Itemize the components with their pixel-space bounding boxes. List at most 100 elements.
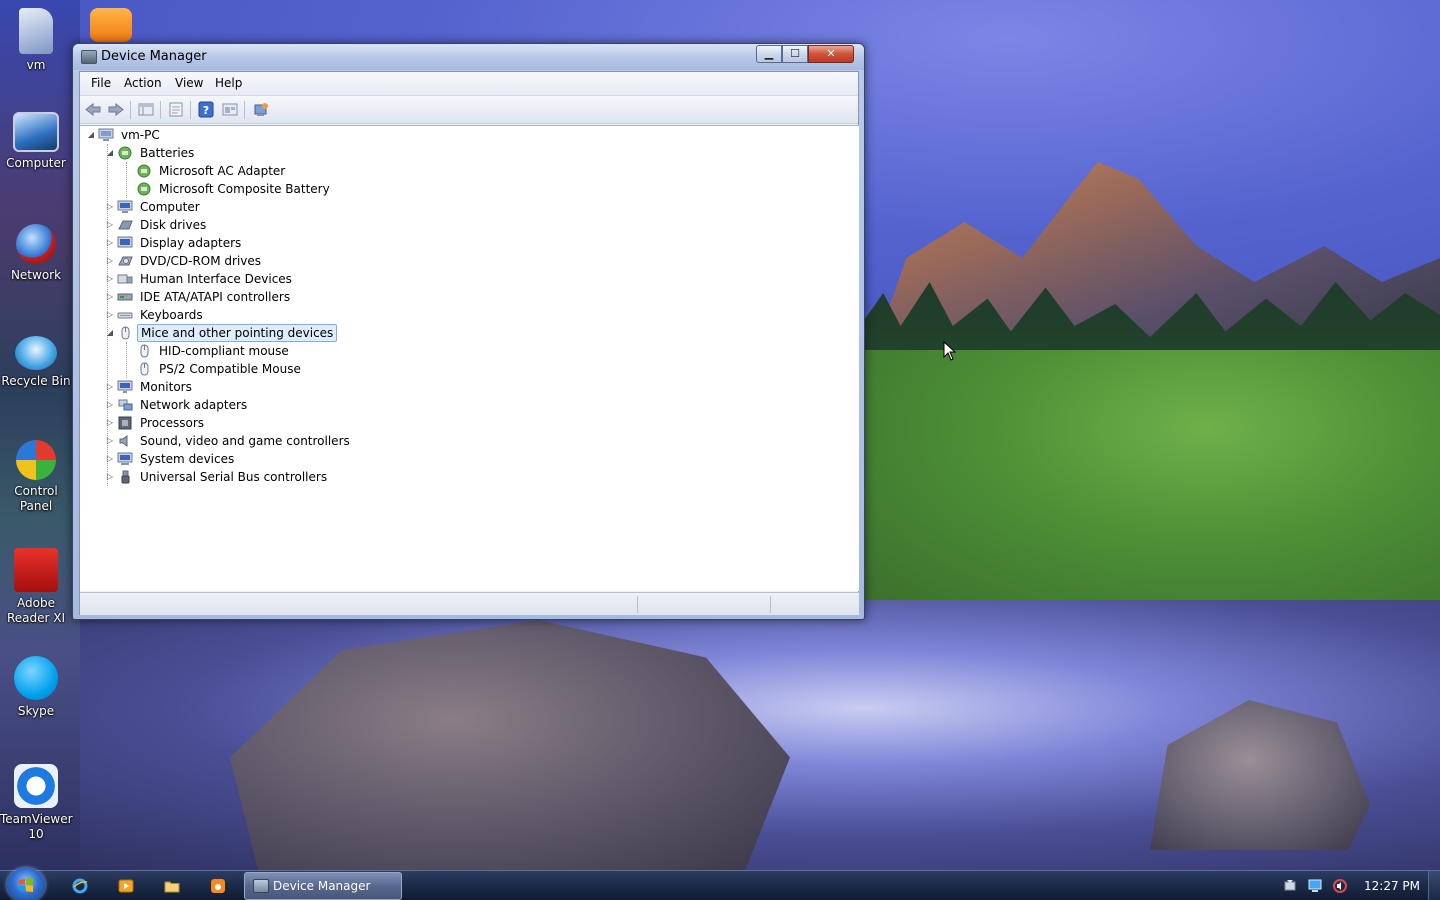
desktop-icon-computer[interactable]: Computer (0, 112, 72, 171)
toolbar-separator (130, 101, 131, 119)
taskbar-media-player[interactable] (108, 874, 144, 898)
expand-icon[interactable]: ▷ (105, 396, 115, 414)
taskbar-file-explorer[interactable] (154, 874, 190, 898)
taskbar-device-manager[interactable]: Device Manager (244, 872, 402, 900)
hid-icon (117, 274, 133, 284)
show-hide-tree-icon[interactable] (137, 101, 155, 118)
adobe-reader-icon (14, 548, 58, 592)
computer-icon (13, 112, 59, 152)
tree-category-label: Disk drives (140, 218, 207, 232)
processor-icon (118, 416, 132, 430)
update-driver-icon[interactable] (252, 101, 270, 118)
expand-icon[interactable]: ▷ (105, 252, 115, 270)
desktop-icon-label: Skype (17, 704, 55, 718)
expand-icon[interactable]: ▷ (105, 432, 115, 450)
expand-icon[interactable]: ▷ (105, 216, 115, 234)
menu-view[interactable]: View (173, 76, 205, 90)
tree-device-label: HID-compliant mouse (159, 344, 289, 358)
svg-text:?: ? (203, 104, 209, 117)
tree-category-label: Universal Serial Bus controllers (140, 470, 328, 484)
tree-device-label: Microsoft Composite Battery (159, 182, 330, 196)
desktop-icon-recycle-bin[interactable]: Recycle Bin (0, 336, 72, 389)
expand-icon[interactable]: ▷ (105, 234, 115, 252)
tree-device-label: PS/2 Compatible Mouse (159, 362, 301, 376)
internet-explorer-icon (72, 878, 88, 894)
collapse-icon[interactable]: ◢ (105, 144, 115, 162)
battery-icon (118, 146, 132, 160)
menu-action[interactable]: Action (122, 76, 164, 90)
forward-arrow-icon[interactable] (107, 101, 125, 118)
recycle-bin-icon (15, 336, 57, 370)
tree-category-label: Monitors (140, 380, 192, 394)
network-tray-icon[interactable] (1307, 878, 1323, 894)
mouse-icon (121, 326, 130, 340)
media-player-icon (118, 879, 134, 893)
start-button[interactable] (7, 868, 45, 900)
teamviewer-icon (14, 764, 58, 808)
menu-bar: File Action View Help (80, 72, 858, 96)
tree-category-label: Batteries (140, 146, 195, 160)
device-manager-window: Device Manager ▁ ☐ ✕ File Action View He… (72, 43, 865, 620)
maximize-button[interactable]: ☐ (782, 45, 808, 63)
menu-help[interactable]: Help (213, 76, 244, 90)
usb-icon (121, 470, 130, 484)
tree-category-label: Sound, video and game controllers (140, 434, 350, 448)
desktop-icon-network[interactable]: Network (0, 224, 72, 283)
network-globe-icon (16, 224, 56, 264)
tree-connector (126, 342, 127, 378)
windows-logo-icon (19, 878, 33, 892)
desktop-icon-adobe-reader[interactable]: Adobe Reader XI (0, 548, 72, 626)
taskbar-uc-browser[interactable] (200, 874, 236, 898)
expand-icon[interactable]: ▷ (105, 378, 115, 396)
scan-hardware-icon[interactable] (221, 101, 239, 118)
speaker-icon (119, 435, 128, 447)
expand-icon[interactable]: ▷ (105, 198, 115, 216)
tree-device-label: Microsoft AC Adapter (159, 164, 286, 178)
pc-icon (98, 128, 114, 141)
menu-file[interactable]: File (89, 76, 113, 90)
taskbar-internet-explorer[interactable] (62, 874, 98, 898)
desktop-icon-teamviewer[interactable]: TeamViewer 10 (0, 764, 73, 842)
minimize-button[interactable]: ▁ (756, 45, 782, 63)
safely-remove-hardware-icon[interactable] (1282, 878, 1298, 894)
device-manager-icon (253, 879, 269, 893)
uc-browser-icon (211, 879, 225, 893)
tree-category-label: Network adapters (140, 398, 248, 412)
battery-icon (137, 182, 151, 196)
properties-icon[interactable] (167, 101, 185, 118)
tree-category-label: Human Interface Devices (140, 272, 292, 286)
expand-icon[interactable]: ▷ (105, 288, 115, 306)
expand-icon[interactable]: ▷ (105, 306, 115, 324)
expand-icon[interactable]: ▷ (105, 468, 115, 486)
desktop-icon-skype[interactable]: Skype (0, 656, 72, 719)
expand-icon[interactable]: ▷ (105, 270, 115, 288)
system-device-icon (117, 452, 133, 465)
system-clock[interactable]: 12:27 PM (1364, 879, 1420, 893)
mouse-icon (140, 362, 149, 376)
wallpaper-meadow (860, 350, 1440, 610)
desktop-icon-uc-browser[interactable] (76, 8, 146, 46)
desktop-icon-label: Network (10, 268, 62, 282)
show-desktop-button[interactable] (1428, 871, 1440, 900)
back-arrow-icon[interactable] (84, 101, 102, 118)
status-bar (80, 592, 859, 615)
tree-category-label: IDE ATA/ATAPI controllers (140, 290, 291, 304)
toolbar: ? (80, 96, 858, 124)
tree-category-label: Keyboards (140, 308, 203, 322)
volume-tray-icon[interactable] (1332, 878, 1348, 894)
disk-drive-icon (118, 220, 133, 230)
close-button[interactable]: ✕ (808, 45, 854, 63)
collapse-icon[interactable]: ◢ (105, 324, 115, 342)
dvd-drive-icon (118, 256, 133, 266)
toolbar-separator (244, 101, 245, 119)
desktop-icon-vm[interactable]: vm (0, 8, 72, 73)
title-bar[interactable]: Device Manager ▁ ☐ ✕ (73, 44, 864, 70)
expand-icon[interactable]: ▷ (105, 450, 115, 468)
collapse-icon[interactable]: ◢ (86, 126, 96, 144)
desktop-icon-label: Computer (6, 156, 66, 170)
help-icon[interactable]: ? (197, 101, 215, 118)
control-panel-icon (16, 440, 56, 480)
expand-icon[interactable]: ▷ (105, 414, 115, 432)
desktop-icon-control-panel[interactable]: Control Panel (0, 440, 72, 514)
ide-controller-icon (117, 293, 133, 301)
